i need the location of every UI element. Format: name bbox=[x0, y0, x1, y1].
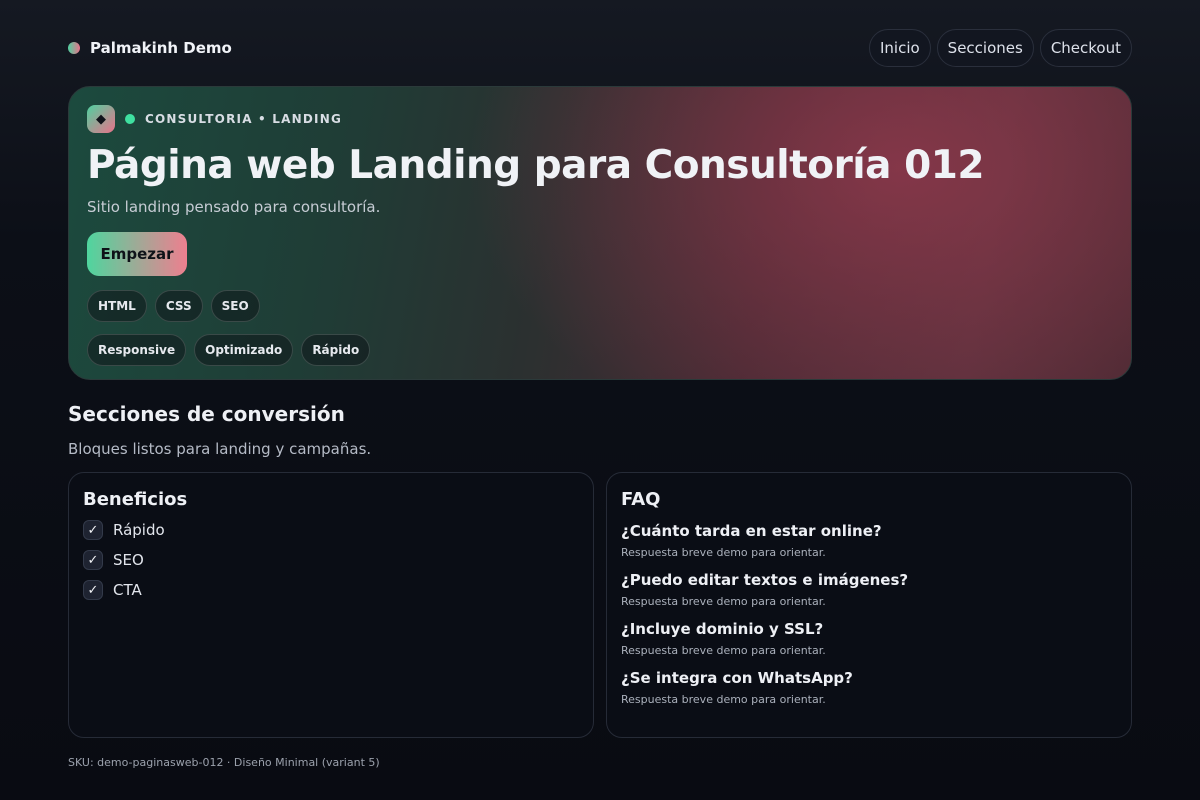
sections-heading: Secciones de conversión bbox=[68, 402, 345, 426]
status-dot-icon bbox=[125, 114, 135, 124]
hero-kicker-row: ◆ CONSULTORIA • LANDING bbox=[87, 105, 1113, 133]
faq-question: ¿Incluye dominio y SSL? bbox=[621, 620, 824, 638]
page-title: Página web Landing para Consultoría 012 bbox=[87, 143, 984, 188]
brand-name: Palmakinh Demo bbox=[90, 39, 232, 57]
hero-banner: ◆ CONSULTORIA • LANDING Página web Landi… bbox=[68, 86, 1132, 380]
hero-subtitle: Sitio landing pensado para consultoría. bbox=[87, 198, 381, 216]
feature-tags: Responsive Optimizado Rápido bbox=[87, 334, 1113, 366]
benefits-title: Beneficios bbox=[83, 489, 188, 510]
faq-question: ¿Se integra con WhatsApp? bbox=[621, 669, 853, 687]
list-item: ✓ Rápido bbox=[83, 520, 579, 540]
faq-answer: Respuesta breve demo para orientar. bbox=[621, 693, 826, 706]
nav-checkout[interactable]: Checkout bbox=[1039, 29, 1132, 67]
faq-item[interactable]: ¿Cuánto tarda en estar online? Respuesta… bbox=[621, 522, 1117, 559]
benefits-card: Beneficios ✓ Rápido ✓ SEO ✓ CTA bbox=[68, 472, 594, 738]
brand-dot-icon bbox=[68, 42, 80, 54]
tag-optimizado: Optimizado bbox=[194, 334, 294, 366]
list-item: ✓ SEO bbox=[83, 550, 579, 570]
tech-tags: HTML CSS SEO bbox=[87, 290, 1113, 322]
list-item: ✓ CTA bbox=[83, 580, 579, 600]
main-nav: Inicio Secciones Checkout bbox=[868, 29, 1132, 67]
tag-seo: SEO bbox=[210, 290, 260, 322]
faq-question: ¿Puedo editar textos e imágenes? bbox=[621, 571, 909, 589]
benefit-label: CTA bbox=[113, 581, 142, 599]
diamond-icon: ◆ bbox=[87, 105, 115, 133]
faq-answer: Respuesta breve demo para orientar. bbox=[621, 644, 826, 657]
brand[interactable]: Palmakinh Demo bbox=[68, 39, 232, 57]
check-icon: ✓ bbox=[83, 580, 103, 600]
check-icon: ✓ bbox=[83, 520, 103, 540]
start-button[interactable]: Empezar bbox=[87, 232, 187, 276]
hero-kicker: CONSULTORIA • LANDING bbox=[145, 112, 342, 126]
faq-answer: Respuesta breve demo para orientar. bbox=[621, 595, 826, 608]
tag-html: HTML bbox=[87, 290, 147, 322]
tag-rapido: Rápido bbox=[301, 334, 371, 366]
benefit-label: SEO bbox=[113, 551, 144, 569]
cards-row: Beneficios ✓ Rápido ✓ SEO ✓ CTA FAQ ¿Cuá… bbox=[68, 472, 1132, 738]
check-icon: ✓ bbox=[83, 550, 103, 570]
nav-secciones[interactable]: Secciones bbox=[936, 29, 1034, 67]
sections-subtitle: Bloques listos para landing y campañas. bbox=[68, 440, 372, 458]
tag-css: CSS bbox=[154, 290, 203, 322]
footer-sku: SKU: demo-paginasweb-012 · Diseño Minima… bbox=[68, 756, 380, 769]
faq-item[interactable]: ¿Puedo editar textos e imágenes? Respues… bbox=[621, 571, 1117, 608]
faq-answer: Respuesta breve demo para orientar. bbox=[621, 546, 826, 559]
faq-question: ¿Cuánto tarda en estar online? bbox=[621, 522, 882, 540]
benefit-label: Rápido bbox=[113, 521, 165, 539]
nav-inicio[interactable]: Inicio bbox=[868, 29, 931, 67]
top-bar: Palmakinh Demo Inicio Secciones Checkout bbox=[68, 28, 1132, 68]
page: Palmakinh Demo Inicio Secciones Checkout… bbox=[68, 0, 1132, 769]
faq-item[interactable]: ¿Incluye dominio y SSL? Respuesta breve … bbox=[621, 620, 1117, 657]
faq-title: FAQ bbox=[621, 489, 661, 510]
faq-item[interactable]: ¿Se integra con WhatsApp? Respuesta brev… bbox=[621, 669, 1117, 706]
faq-card: FAQ ¿Cuánto tarda en estar online? Respu… bbox=[606, 472, 1132, 738]
tag-responsive: Responsive bbox=[87, 334, 187, 366]
